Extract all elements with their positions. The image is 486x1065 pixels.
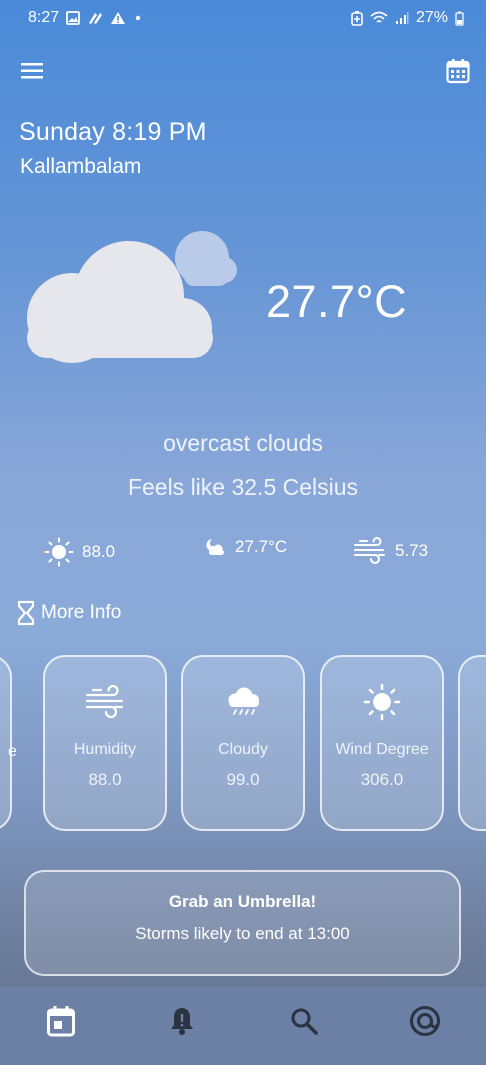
alert-text: Storms likely to end at 13:00 <box>135 924 350 943</box>
link-icon <box>89 13 103 24</box>
cloud-rain-icon <box>228 687 259 715</box>
stat-temperature-value: 27.7°C <box>235 537 288 556</box>
info-card-wind-degree[interactable]: Wind Degree 306.0 <box>320 655 444 831</box>
status-left: 8:27 <box>28 9 143 27</box>
weather-alert: Grab an Umbrella! Storms likely to end a… <box>24 870 461 976</box>
stat-humidity: 88.0 <box>44 537 115 567</box>
info-card-cloudy[interactable]: Cloudy 99.0 <box>181 655 305 831</box>
wifi-icon <box>370 11 388 23</box>
nav-profile[interactable] <box>405 1001 445 1041</box>
hamburger-menu-icon <box>21 63 43 79</box>
sun-icon <box>363 683 401 721</box>
battery-saver-icon <box>351 10 363 26</box>
status-bar: 8:27 27% <box>0 0 486 36</box>
stat-humidity-value: 88.0 <box>82 542 116 561</box>
card-value: 306.0 <box>360 770 404 789</box>
stat-wind: 5.73 <box>353 537 428 565</box>
feels-like: Feels like 32.5 Celsius <box>127 474 359 500</box>
partial-card-label: e <box>8 743 17 760</box>
battery-icon <box>455 11 464 26</box>
alert-title: Grab an Umbrella! <box>168 892 317 911</box>
partly-cloudy-night-icon <box>206 539 224 555</box>
bell-alert-icon <box>171 1008 194 1035</box>
dot-icon <box>135 15 141 21</box>
more-info-label: More Info <box>41 602 122 623</box>
wind-icon <box>85 685 124 719</box>
wind-icon <box>354 537 385 564</box>
card-value: 99.0 <box>226 770 260 789</box>
calendar-button[interactable] <box>446 58 470 84</box>
hourglass-icon <box>17 600 35 626</box>
calendar-icon <box>46 1006 75 1037</box>
info-card-humidity[interactable]: Humidity 88.0 <box>43 655 167 831</box>
card-label: Wind Degree <box>335 741 429 758</box>
calendar-icon <box>446 59 470 84</box>
card-label: Humidity <box>73 741 137 758</box>
current-temperature: 27.7°C <box>266 276 408 327</box>
info-card-partial[interactable]: e <box>0 655 17 831</box>
image-icon <box>66 11 81 25</box>
weather-condition: overcast clouds <box>163 430 323 456</box>
card-value: 88.0 <box>88 770 122 789</box>
nav-alerts[interactable] <box>162 1001 202 1041</box>
info-card-partial[interactable] <box>458 655 486 831</box>
menu-button[interactable] <box>20 60 46 82</box>
bottom-navigation <box>0 987 486 1065</box>
sun-icon <box>44 537 74 567</box>
at-icon <box>410 1006 441 1036</box>
signal-icon <box>395 12 409 24</box>
stat-wind-value: 5.73 <box>395 541 429 560</box>
nav-search[interactable] <box>284 1001 324 1041</box>
search-icon <box>291 1008 318 1035</box>
status-right: 27% <box>351 9 464 27</box>
status-time: 8:27 <box>28 9 60 26</box>
battery-percent: 27% <box>415 9 448 26</box>
card-label: Cloudy <box>218 741 268 758</box>
day-time: Sunday 8:19 PM <box>19 118 207 146</box>
info-cards-carousel[interactable]: e Humidity 88.0 Cloudy 99.0 Wind Degree … <box>0 655 486 833</box>
warning-icon <box>111 12 126 24</box>
location-name: Kallambalam <box>20 155 142 178</box>
stat-temperature: 27.7°C <box>203 537 287 557</box>
cloud-icon <box>27 231 237 363</box>
nav-calendar[interactable] <box>41 1001 81 1041</box>
more-info-button[interactable]: More Info <box>17 600 121 626</box>
